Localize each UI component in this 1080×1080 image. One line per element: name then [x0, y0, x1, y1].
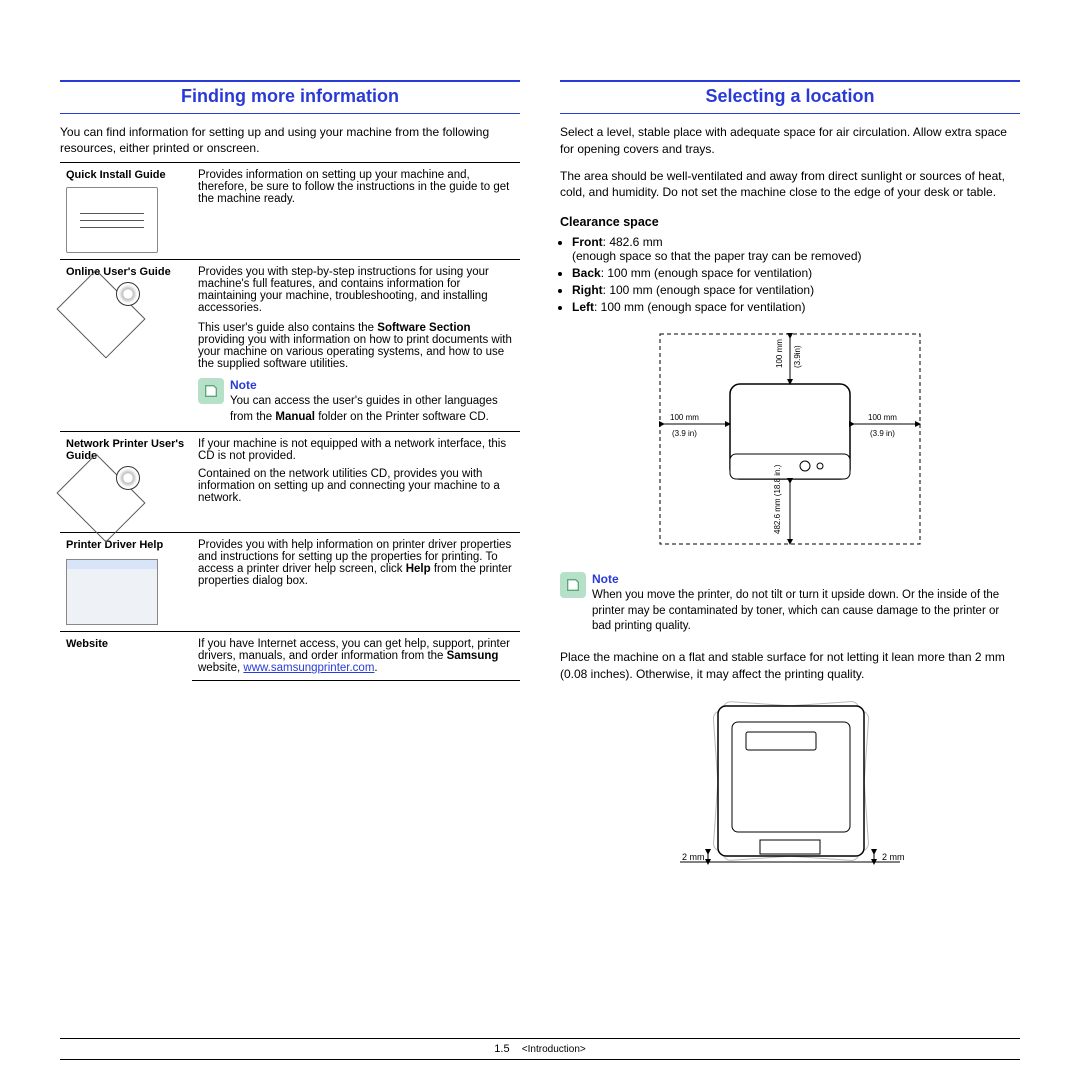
quick-install-guide-icon	[66, 187, 158, 253]
desc-p2: Contained on the network utilities CD, p…	[198, 468, 514, 504]
resource-desc: Provides you with step-by-step instructi…	[192, 260, 520, 432]
resource-label: Quick Install Guide	[60, 163, 192, 260]
dia-top-in: (3.9in)	[793, 345, 802, 368]
list-item: Front: 482.6 mm(enough space so that the…	[572, 235, 1020, 263]
note-icon	[198, 378, 224, 404]
dia-right-in: (3.9 in)	[870, 429, 895, 438]
desc-p1: If your machine is not equipped with a n…	[198, 438, 514, 462]
dia-top-mm: 100 mm	[775, 339, 784, 368]
resource-desc: If you have Internet access, you can get…	[192, 632, 520, 681]
list-item: Right: 100 mm (enough space for ventilat…	[572, 283, 1020, 297]
website-link[interactable]: www.samsungprinter.com	[243, 662, 374, 674]
cd-envelope-icon	[66, 286, 186, 342]
dia-right-mm: 100 mm	[868, 413, 897, 422]
label-text: Quick Install Guide	[66, 169, 166, 181]
table-row: Website If you have Internet access, you…	[60, 632, 520, 681]
resource-desc: If your machine is not equipped with a n…	[192, 432, 520, 533]
note-icon	[560, 572, 586, 598]
note-body: When you move the printer, do not tilt o…	[592, 588, 1020, 635]
resource-label: Website	[60, 632, 192, 681]
resource-desc: Provides you with help information on pr…	[192, 533, 520, 632]
page-footer: 1.5 <Introduction>	[60, 1038, 1020, 1060]
desc-p1: Provides you with step-by-step instructi…	[198, 266, 514, 314]
list-item: Left: 100 mm (enough space for ventilati…	[572, 300, 1020, 314]
section-title: Finding more information	[60, 86, 520, 107]
dia-left-in: (3.9 in)	[672, 429, 697, 438]
resource-label: Printer Driver Help	[60, 533, 192, 632]
table-row: Printer Driver Help Provides you with he…	[60, 533, 520, 632]
note-body: You can access the user's guides in othe…	[230, 394, 514, 425]
note-title: Note	[230, 378, 514, 392]
paragraph: The area should be well-ventilated and a…	[560, 168, 1020, 202]
note-block: Note When you move the printer, do not t…	[560, 572, 1020, 635]
resource-desc: Provides information on setting up your …	[192, 163, 520, 260]
tilt-diagram: 2 mm 2 mm	[660, 692, 920, 882]
dia-left-mm: 100 mm	[670, 413, 699, 422]
section-title: Selecting a location	[560, 86, 1020, 107]
label-text: Printer Driver Help	[66, 539, 163, 551]
desc-p2: This user's guide also contains the Soft…	[198, 322, 514, 370]
resource-label: Network Printer User's Guide	[60, 432, 192, 533]
note-title: Note	[592, 572, 1020, 586]
note-block: Note You can access the user's guides in…	[198, 378, 514, 425]
resource-label: Online User's Guide	[60, 260, 192, 432]
cd-envelope-icon	[66, 470, 186, 526]
table-row: Network Printer User's Guide If your mac…	[60, 432, 520, 533]
tilt-right: 2 mm	[882, 852, 905, 862]
clearance-list: Front: 482.6 mm(enough space so that the…	[560, 235, 1020, 314]
chapter-name: <Introduction>	[522, 1044, 586, 1055]
left-column: Finding more information You can find in…	[60, 80, 520, 882]
paragraph: Select a level, stable place with adequa…	[560, 124, 1020, 158]
table-row: Online User's Guide Provides you with st…	[60, 260, 520, 432]
section-header-rule: Selecting a location	[560, 80, 1020, 114]
section-header-rule: Finding more information	[60, 80, 520, 114]
help-window-icon	[66, 559, 158, 625]
resources-table: Quick Install Guide Provides information…	[60, 162, 520, 681]
dia-front: 482.6 mm (18.8 in.)	[773, 464, 782, 534]
right-column: Selecting a location Select a level, sta…	[560, 80, 1020, 882]
clearance-diagram: 100 mm (3.9in) 100 mm (3.9 in) 100 mm (3…	[640, 324, 940, 564]
label-text: Online User's Guide	[66, 266, 171, 278]
page-number: 1.5	[494, 1043, 509, 1055]
subheading: Clearance space	[560, 215, 1020, 229]
paragraph: Place the machine on a flat and stable s…	[560, 649, 1020, 683]
tilt-left: 2 mm	[682, 852, 705, 862]
table-row: Quick Install Guide Provides information…	[60, 163, 520, 260]
intro-text: You can find information for setting up …	[60, 124, 520, 156]
label-text: Network Printer User's Guide	[66, 438, 184, 462]
list-item: Back: 100 mm (enough space for ventilati…	[572, 266, 1020, 280]
